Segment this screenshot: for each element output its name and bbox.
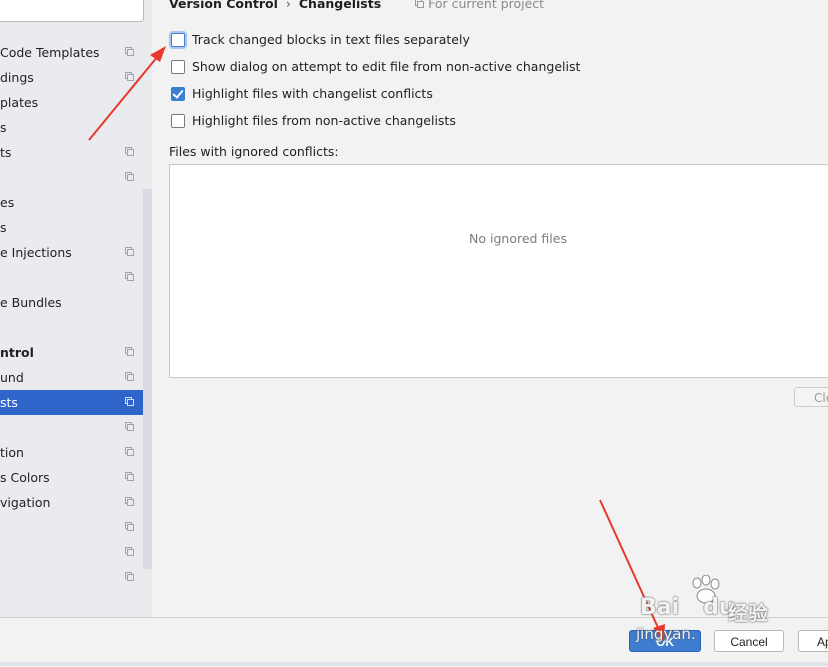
sidebar-item-label: dings (0, 70, 34, 85)
sidebar-scrollbar[interactable] (143, 189, 152, 569)
window-bottom-edge (0, 662, 828, 666)
sidebar-item[interactable]: plates (0, 90, 142, 115)
sidebar-item[interactable]: sts (0, 390, 152, 415)
track-changed-blocks-checkbox[interactable] (171, 33, 185, 47)
sidebar-item[interactable]: dings (0, 65, 142, 90)
sidebar-item-label: s (0, 220, 7, 235)
dialog-footer: OK Cancel Ap (0, 617, 828, 667)
sidebar-item-label: tion (0, 445, 24, 460)
sidebar-item-label: plates (0, 95, 39, 110)
project-scope-icon (125, 372, 134, 381)
sidebar-item[interactable] (0, 515, 142, 540)
breadcrumb-separator: › (285, 0, 291, 11)
empty-list-text: No ignored files (469, 231, 567, 246)
sidebar-item[interactable] (0, 415, 142, 440)
sidebar-item-label: e Injections (0, 245, 72, 260)
ignored-files-list[interactable]: No ignored files (169, 164, 828, 378)
project-scope-icon (125, 472, 134, 481)
sidebar-item-label: vigation (0, 495, 51, 510)
sidebar-item[interactable] (0, 165, 142, 190)
project-scope-icon (125, 247, 134, 256)
project-scope-icon (125, 422, 134, 431)
project-scope-icon (125, 272, 134, 281)
settings-content: Version Control › Changelists For current … (152, 0, 828, 617)
option-label: Track changed blocks in text files separ… (192, 32, 470, 47)
sidebar-item-label: ntrol (0, 345, 34, 360)
sidebar-item[interactable]: ntrol (0, 340, 142, 365)
project-scope-icon (125, 47, 134, 56)
project-scope-icon (125, 497, 134, 506)
option-label: Show dialog on attempt to edit file from… (192, 59, 581, 74)
sidebar-item[interactable] (0, 315, 142, 340)
sidebar-item-label: es (0, 195, 15, 210)
sidebar-item[interactable]: e Injections (0, 240, 142, 265)
project-scope-icon (125, 572, 134, 581)
sidebar-item[interactable]: s Colors (0, 465, 142, 490)
highlight-non-active-checkbox[interactable] (171, 114, 185, 128)
project-scope-icon (125, 172, 134, 181)
sidebar-item[interactable]: es (0, 190, 142, 215)
sidebar-item[interactable]: s (0, 115, 142, 140)
sidebar-item-label: Code Templates (0, 45, 100, 60)
sidebar-item[interactable]: vigation (0, 490, 142, 515)
clear-button[interactable]: Cle (794, 387, 828, 407)
show-dialog-checkbox[interactable] (171, 60, 185, 74)
project-scope-icon (125, 447, 134, 456)
ok-button[interactable]: OK (629, 630, 701, 652)
apply-button[interactable]: Ap (798, 630, 828, 652)
sidebar-item[interactable]: Code Templates (0, 40, 142, 65)
sidebar-item-label: s (0, 120, 7, 135)
project-scope-icon (125, 522, 134, 531)
breadcrumb: Version Control › Changelists For current … (169, 0, 544, 14)
project-scope-icon (125, 397, 134, 406)
breadcrumb-page: Changelists (298, 0, 382, 11)
sidebar-item-label: ts (0, 145, 12, 160)
option-label: Highlight files with changelist conflict… (192, 86, 433, 101)
highlight-conflicts-checkbox[interactable] (171, 87, 185, 101)
cancel-button[interactable]: Cancel (714, 630, 784, 652)
breadcrumb-scope: For current project (428, 0, 545, 11)
sidebar-item[interactable] (0, 265, 142, 290)
breadcrumb-section: Version Control (169, 0, 278, 11)
sidebar-item-label: s Colors (0, 470, 50, 485)
settings-search-input[interactable] (0, 0, 144, 22)
sidebar-item[interactable] (0, 540, 142, 565)
project-scope-icon (125, 547, 134, 556)
sidebar-item[interactable]: s (0, 215, 142, 240)
sidebar-item[interactable]: ts (0, 140, 142, 165)
sidebar-item-label: sts (0, 395, 18, 410)
settings-sidebar: Code Templates dings plates s ts es s e Injecti… (0, 0, 152, 617)
sidebar-item[interactable]: e Bundles (0, 290, 142, 315)
sidebar-item-label: e Bundles (0, 295, 62, 310)
project-scope-icon (125, 72, 134, 81)
project-scope-icon (125, 147, 134, 156)
sidebar-item-label: und (0, 370, 24, 385)
project-scope-icon (415, 0, 425, 8)
sidebar-item[interactable]: und (0, 365, 142, 390)
project-scope-icon (125, 347, 134, 356)
sidebar-item[interactable]: tion (0, 440, 142, 465)
option-label: Highlight files from non-active changeli… (192, 113, 456, 128)
sidebar-item[interactable] (0, 565, 142, 590)
ignored-files-label: Files with ignored conflicts: (169, 144, 339, 159)
